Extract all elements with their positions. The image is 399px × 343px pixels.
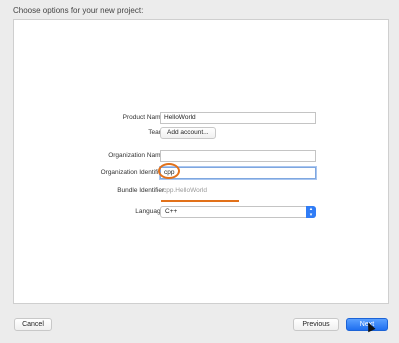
bundle-identifier-row: Bundle Identifier: cpp.HelloWorld xyxy=(14,185,388,199)
product-name-field[interactable]: HelloWorld xyxy=(160,112,316,124)
language-row: Language: C++ ▴ ▾ xyxy=(14,206,388,220)
organization-name-field[interactable] xyxy=(160,150,316,162)
language-select-value: C++ xyxy=(165,208,178,215)
organization-name-label: Organization Name: xyxy=(108,152,166,159)
organization-identifier-field[interactable]: cpp xyxy=(160,167,316,179)
bundle-identifier-value: cpp.HelloWorld xyxy=(163,187,207,194)
product-name-row: Product Name: HelloWorld xyxy=(14,112,388,126)
new-project-sheet: Choose options for your new project: Pro… xyxy=(0,0,399,343)
annotation-underline xyxy=(161,200,239,202)
select-chevron-icon: ▴ ▾ xyxy=(306,206,316,218)
dialog-heading: Choose options for your new project: xyxy=(13,6,144,15)
cancel-button[interactable]: Cancel xyxy=(14,318,52,331)
organization-name-row: Organization Name: xyxy=(14,150,388,164)
organization-identifier-row: Organization Identifier: cpp xyxy=(14,167,388,181)
options-panel: Product Name: HelloWorld Team: Add accou… xyxy=(13,19,389,304)
team-row: Team: Add account... xyxy=(14,127,388,141)
language-select[interactable]: C++ ▴ ▾ xyxy=(160,206,316,218)
add-account-button[interactable]: Add account... xyxy=(160,127,216,139)
bundle-identifier-label: Bundle Identifier: xyxy=(117,187,166,194)
previous-button[interactable]: Previous xyxy=(293,318,339,331)
annotation-circle xyxy=(158,163,180,179)
organization-identifier-label: Organization Identifier: xyxy=(100,169,166,176)
